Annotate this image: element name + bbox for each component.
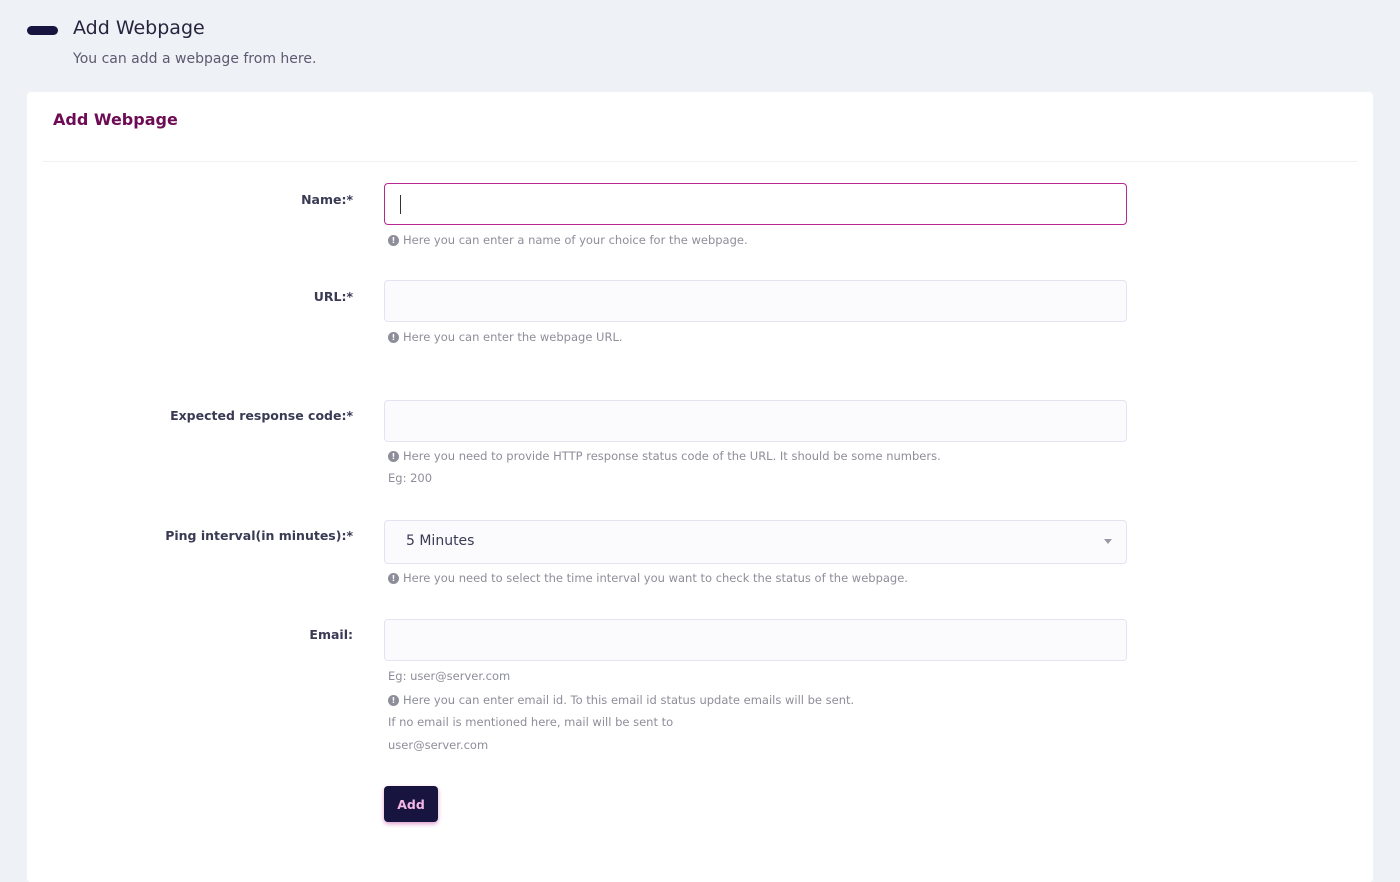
name-label: Name:* bbox=[301, 192, 353, 207]
email-note-line2: user@server.com bbox=[388, 738, 489, 752]
response-code-help: ! Here you need to provide HTTP response… bbox=[388, 449, 941, 463]
info-icon: ! bbox=[388, 572, 399, 584]
info-icon: ! bbox=[388, 331, 399, 343]
response-code-help-text: Here you need to provide HTTP response s… bbox=[403, 449, 941, 463]
name-help: ! Here you can enter a name of your choi… bbox=[388, 233, 748, 247]
url-input[interactable] bbox=[384, 280, 1127, 322]
name-input[interactable] bbox=[384, 183, 1127, 225]
add-button[interactable]: Add bbox=[384, 786, 438, 822]
page-title: Add Webpage bbox=[73, 17, 205, 39]
email-example: Eg: user@server.com bbox=[388, 669, 511, 683]
email-input[interactable] bbox=[384, 619, 1127, 661]
info-icon: ! bbox=[388, 234, 399, 246]
response-code-label: Expected response code:* bbox=[170, 408, 353, 423]
menu-toggle-icon[interactable] bbox=[27, 26, 58, 35]
url-help-text: Here you can enter the webpage URL. bbox=[403, 330, 623, 344]
name-help-text: Here you can enter a name of your choice… bbox=[403, 233, 748, 247]
email-help: ! Here you can enter email id. To this e… bbox=[388, 693, 854, 707]
response-code-input[interactable] bbox=[384, 400, 1127, 442]
text-cursor bbox=[400, 195, 401, 214]
ping-interval-selected: 5 Minutes bbox=[406, 533, 475, 549]
form-card: Add Webpage Name:* ! Here you can enter … bbox=[27, 92, 1373, 882]
ping-interval-help-text: Here you need to select the time interva… bbox=[403, 571, 908, 585]
info-icon: ! bbox=[388, 450, 399, 462]
chevron-down-icon bbox=[1104, 539, 1112, 544]
url-label: URL:* bbox=[313, 289, 353, 304]
email-label: Email: bbox=[309, 627, 353, 642]
ping-interval-help: ! Here you need to select the time inter… bbox=[388, 571, 908, 585]
email-note-line1: If no email is mentioned here, mail will… bbox=[388, 715, 674, 729]
page-header: Add Webpage You can add a webpage from h… bbox=[0, 0, 1400, 90]
info-icon: ! bbox=[388, 694, 399, 706]
ping-interval-label: Ping interval(in minutes):* bbox=[165, 528, 353, 543]
email-help-text: Here you can enter email id. To this ema… bbox=[403, 693, 855, 707]
response-code-example: Eg: 200 bbox=[388, 471, 433, 485]
page-subtitle: You can add a webpage from here. bbox=[73, 51, 317, 67]
card-title: Add Webpage bbox=[53, 110, 178, 129]
card-divider bbox=[43, 161, 1357, 162]
ping-interval-select[interactable]: 5 Minutes bbox=[384, 520, 1127, 564]
url-help: ! Here you can enter the webpage URL. bbox=[388, 330, 623, 344]
